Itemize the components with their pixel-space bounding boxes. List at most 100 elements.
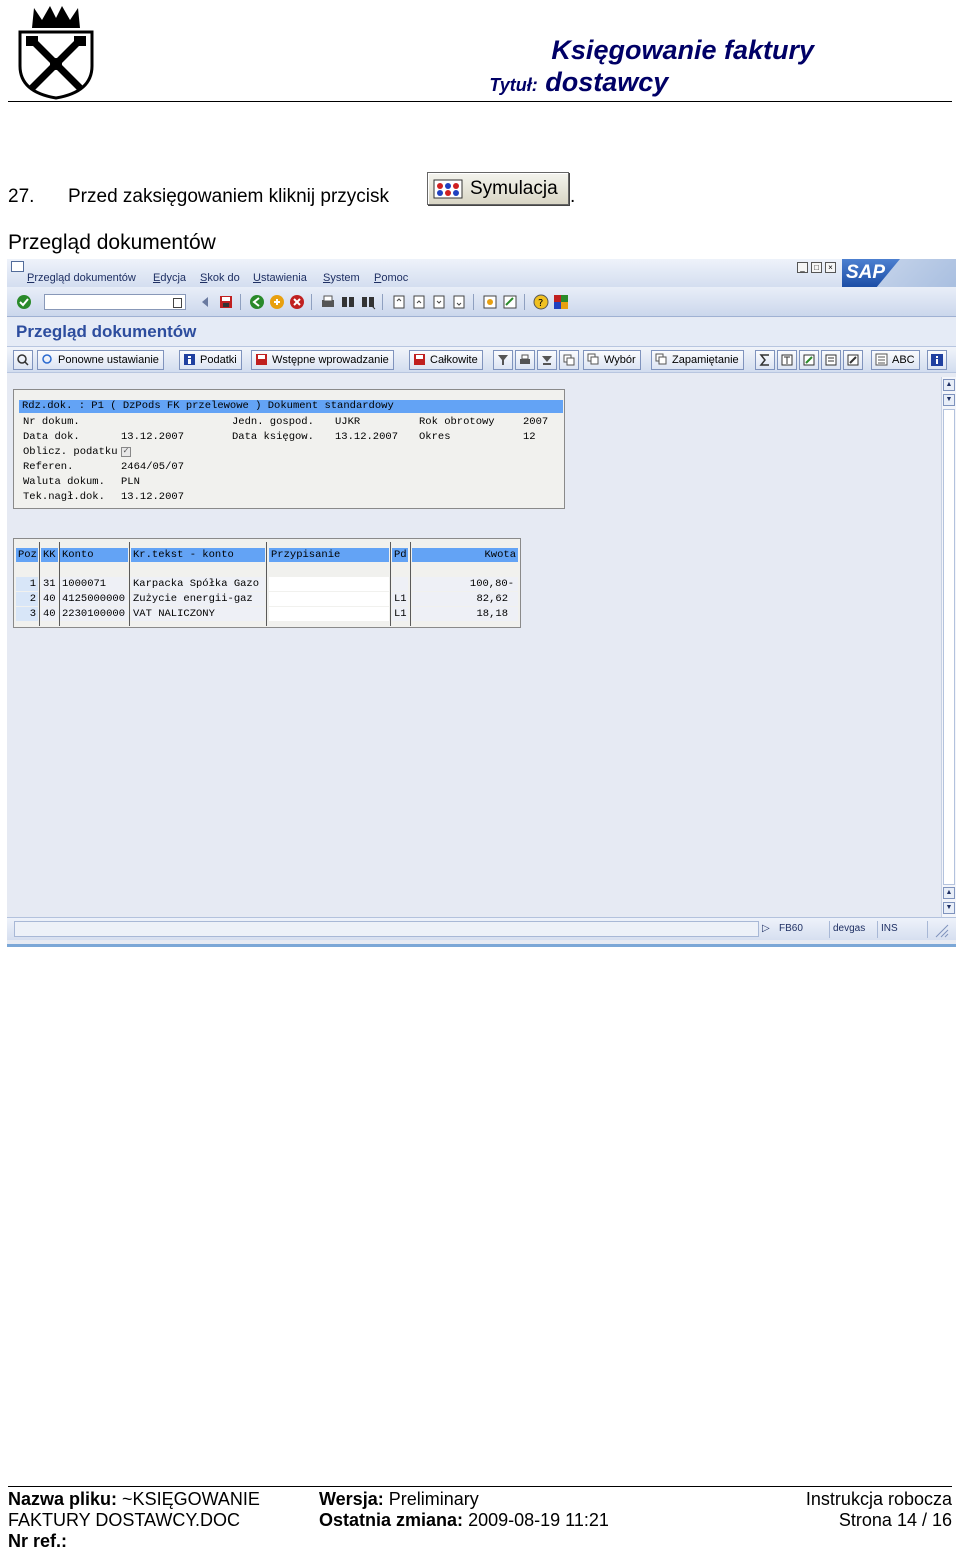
row2-przypisanie	[269, 592, 389, 606]
park-save-icon	[256, 354, 267, 365]
scroll-track[interactable]	[943, 409, 955, 885]
find-icon[interactable]	[340, 294, 356, 310]
subtotal-icon[interactable]	[777, 350, 797, 370]
edit-icon[interactable]	[843, 350, 863, 370]
display-icon[interactable]	[13, 350, 33, 370]
abc-analysis-button[interactable]: ABC	[871, 350, 920, 370]
row1-poz[interactable]: 1	[16, 577, 38, 591]
row1-kk: 31	[41, 577, 58, 591]
park-document-button[interactable]: Wstępne wprowadzanie	[251, 350, 394, 370]
next-page-icon[interactable]	[431, 294, 447, 310]
row2-poz[interactable]: 2	[16, 592, 38, 606]
shortcut-icon[interactable]	[502, 294, 518, 310]
rok-value: 2007	[523, 416, 549, 428]
close-window-icon[interactable]: ×	[825, 262, 836, 273]
scroll-down-icon[interactable]: ▲	[943, 887, 955, 899]
menu-przeglad[interactable]: Przegląd dokumentów	[27, 272, 136, 284]
reset-button[interactable]: Ponowne ustawianie	[37, 350, 164, 370]
copy-icon[interactable]	[559, 350, 579, 370]
restore-icon[interactable]: □	[811, 262, 822, 273]
exit-icon[interactable]	[269, 294, 285, 310]
minimize-icon[interactable]: _	[797, 262, 808, 273]
footer-changed-value: 2009-08-19 11:21	[468, 1510, 609, 1530]
find-next-icon[interactable]	[360, 294, 376, 310]
waluta-label: Waluta dokum.	[23, 476, 105, 488]
row2-kk: 40	[41, 592, 58, 606]
sort-icon[interactable]	[537, 350, 557, 370]
row3-poz[interactable]: 3	[16, 607, 38, 621]
col-kr-tekst[interactable]: Kr.tekst - konto	[131, 548, 265, 562]
filter-icon[interactable]	[493, 350, 513, 370]
complete-button[interactable]: Całkowite	[409, 350, 483, 370]
simulation-button[interactable]: Symulacja	[427, 172, 569, 205]
last-page-icon[interactable]	[451, 294, 467, 310]
jedn-value: UJKR	[335, 416, 361, 428]
save-variant-icon	[655, 353, 667, 365]
title-label: Tytuł:	[489, 75, 538, 95]
row2-tekst: Zużycie energii-gaz	[131, 592, 265, 606]
col-konto[interactable]: Konto	[60, 548, 128, 562]
menu-skok-do[interactable]: Skok do	[200, 272, 240, 284]
new-session-icon[interactable]	[482, 294, 498, 310]
sum-icon[interactable]	[755, 350, 775, 370]
scroll-top-icon[interactable]: ▲	[943, 379, 955, 391]
footer-page: Strona 14 / 16	[838, 1510, 952, 1530]
col-kwota[interactable]: Kwota	[412, 548, 518, 562]
previous-page-icon[interactable]	[411, 294, 427, 310]
col-pd[interactable]: Pd	[392, 548, 408, 562]
first-page-icon[interactable]	[391, 294, 407, 310]
menu-system[interactable]: System	[323, 272, 360, 284]
print-icon[interactable]	[320, 294, 336, 310]
screen-title: Przegląd dokumentów	[16, 322, 197, 341]
footer-version-label: Wersja:	[319, 1489, 384, 1509]
col-przypisanie[interactable]: Przypisanie	[269, 548, 389, 562]
menu-edycja[interactable]: Edycja	[153, 272, 186, 284]
status-expand-icon[interactable]: ▷	[762, 923, 770, 934]
okres-label: Okres	[419, 431, 451, 443]
row3-kk: 40	[41, 607, 58, 621]
oblicz-label: Oblicz. podatku	[23, 446, 118, 458]
export-icon[interactable]	[799, 350, 819, 370]
title-line2-text: dostawcy	[545, 67, 669, 97]
menu-ustawienia[interactable]: Ustawienia	[253, 272, 307, 284]
taxes-button[interactable]: Podatki	[179, 350, 242, 370]
ref-value: 2464/05/07	[121, 461, 185, 473]
scroll-bottom-icon[interactable]: ▼	[943, 902, 955, 914]
calculate-tax-checkbox[interactable]: ✓	[121, 447, 131, 457]
save-variant-button[interactable]: Zapamiętanie	[651, 350, 744, 370]
command-field[interactable]	[44, 294, 186, 310]
rok-label: Rok obrotowy	[419, 416, 495, 428]
vertical-scrollbar[interactable]: ▲ ▼ ▲ ▼	[941, 377, 956, 917]
sap-logo-text: SAP	[842, 259, 900, 287]
layout-menu-icon[interactable]	[553, 294, 569, 310]
resize-grip-icon[interactable]	[933, 922, 949, 938]
row2-pd: L1	[392, 592, 408, 606]
back-icon[interactable]	[249, 294, 265, 310]
status-bar: ▷ FB60 devgas INS	[7, 917, 956, 940]
row1-konto: 1000071	[60, 577, 128, 591]
window-menu-icon[interactable]	[11, 261, 24, 272]
info-button-icon[interactable]	[927, 350, 947, 370]
row1-kwota: 100,80-	[412, 577, 518, 591]
abc-icon	[875, 353, 888, 366]
change-layout-icon[interactable]	[821, 350, 841, 370]
footer-changed: Ostatnia zmiana: 2009-08-19 11:21	[319, 1510, 609, 1531]
back-arrow-small-icon[interactable]	[197, 294, 213, 310]
scroll-up-icon[interactable]: ▼	[943, 394, 955, 406]
save-icon[interactable]	[218, 294, 234, 310]
row2-kwota: 82,62	[412, 592, 518, 606]
cancel-icon[interactable]	[289, 294, 305, 310]
tek-label: Tek.nagł.dok.	[23, 491, 105, 503]
footer-type: Instrukcja robocza	[805, 1489, 952, 1509]
help-icon[interactable]: ?	[533, 294, 549, 310]
menu-pomoc[interactable]: Pomoc	[374, 272, 408, 284]
select-button[interactable]: Wybór	[583, 350, 641, 370]
col-poz[interactable]: Poz	[16, 548, 38, 562]
step-number: 27.	[8, 186, 35, 207]
col-kk[interactable]: KK	[41, 548, 58, 562]
print-preview-icon[interactable]	[515, 350, 535, 370]
enter-check-icon[interactable]	[16, 294, 32, 310]
select-icon	[587, 353, 599, 365]
title-line1: Księgowanie faktury	[551, 35, 814, 65]
step-end: .	[570, 186, 576, 207]
